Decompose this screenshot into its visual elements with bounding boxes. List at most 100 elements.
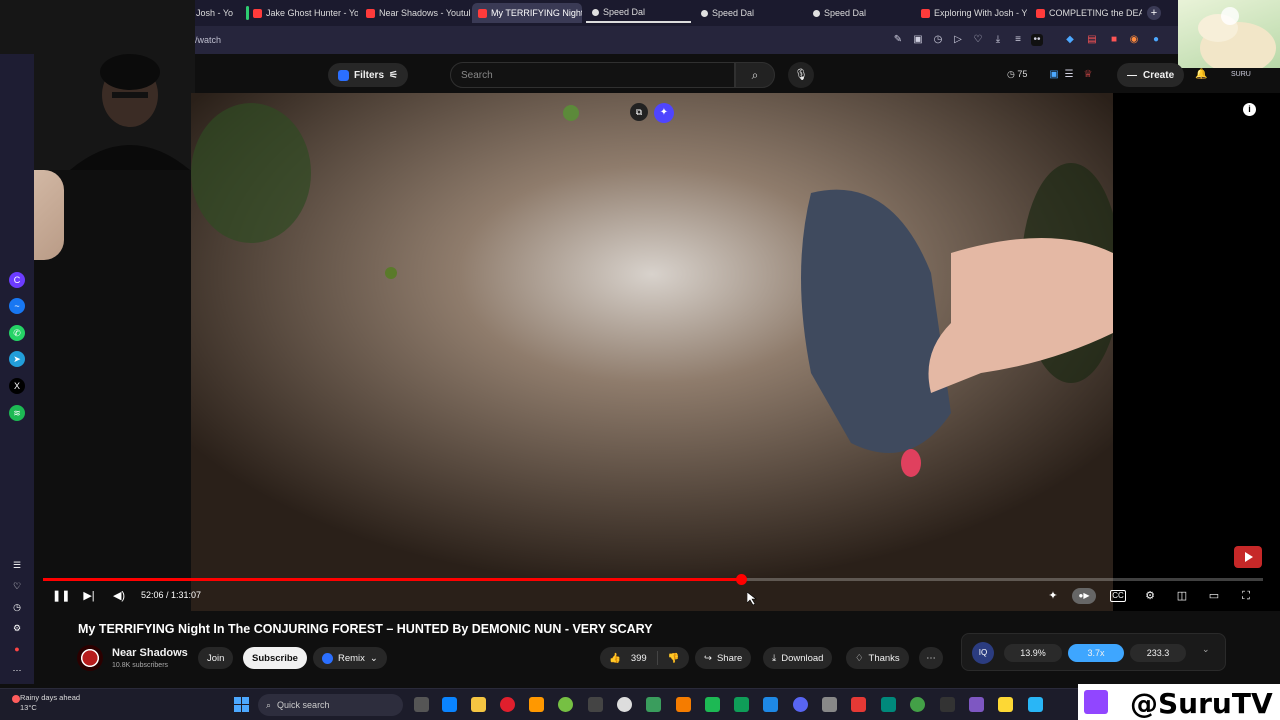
bolt-icon[interactable] bbox=[529, 697, 544, 712]
opera-icon[interactable] bbox=[500, 697, 515, 712]
app-icon[interactable] bbox=[588, 697, 603, 712]
store-icon[interactable] bbox=[442, 697, 457, 712]
extension-icon[interactable]: C bbox=[9, 272, 25, 288]
video-frame[interactable] bbox=[191, 93, 1113, 611]
extension-icon[interactable]: ● bbox=[9, 641, 25, 657]
settings-icon[interactable]: ⚙ bbox=[1142, 588, 1158, 604]
app-icon[interactable] bbox=[646, 697, 661, 712]
remix-button[interactable]: Remix ⌄ bbox=[313, 647, 387, 669]
tab[interactable]: Near Shadows - Youtube bbox=[360, 3, 470, 23]
app-icon[interactable] bbox=[558, 697, 573, 712]
channel-name[interactable]: Near Shadows bbox=[112, 647, 188, 659]
heart-icon[interactable]: ♡ bbox=[972, 34, 984, 46]
download-button[interactable]: ⤓ Download bbox=[763, 647, 833, 669]
thanks-button[interactable]: ♢ Thanks bbox=[846, 647, 909, 669]
settings-icon[interactable]: ⚙ bbox=[9, 620, 25, 636]
whatsapp-icon[interactable]: ✆ bbox=[9, 325, 25, 341]
windows-start-icon[interactable] bbox=[234, 697, 249, 712]
download-icon[interactable]: ⤓ bbox=[992, 34, 1004, 46]
bell-icon[interactable]: 🔔 bbox=[1195, 69, 1207, 81]
create-button[interactable]: — Create bbox=[1117, 63, 1185, 87]
captions-icon[interactable]: CC bbox=[1110, 590, 1126, 602]
play-icon[interactable]: ▷ bbox=[952, 34, 964, 46]
sparkle-icon[interactable]: ✦ bbox=[1045, 588, 1061, 604]
rss-icon[interactable]: ◉ bbox=[1128, 34, 1140, 46]
app-icon[interactable] bbox=[969, 697, 984, 712]
more-icon[interactable]: ⋯ bbox=[9, 662, 25, 678]
app-icon[interactable] bbox=[763, 697, 778, 712]
subscribe-watermark-icon[interactable] bbox=[1234, 546, 1262, 568]
join-button[interactable]: Join bbox=[198, 647, 234, 669]
dislike-icon[interactable]: 👎 bbox=[668, 653, 680, 664]
notes-icon[interactable] bbox=[998, 697, 1013, 712]
extension-icon[interactable]: IQ bbox=[972, 642, 994, 664]
fullscreen-icon[interactable]: ⛶ bbox=[1238, 588, 1254, 604]
search-input[interactable]: Search bbox=[450, 62, 735, 88]
copy-icon[interactable]: ⧉ bbox=[630, 103, 648, 121]
share-button[interactable]: ↪ Share bbox=[695, 647, 752, 669]
tab[interactable]: Speed Dal bbox=[695, 3, 800, 23]
extension-icon[interactable]: ■ bbox=[1108, 34, 1120, 46]
autoplay-toggle[interactable]: ●▶ bbox=[1072, 588, 1096, 604]
discord-icon[interactable] bbox=[793, 697, 808, 712]
like-icon[interactable]: 👍 bbox=[609, 653, 621, 664]
weather-widget[interactable]: Rainy days ahead 13°C bbox=[20, 693, 80, 713]
timer-counter[interactable]: ◷ 75 bbox=[1007, 69, 1027, 80]
app-icon[interactable] bbox=[881, 697, 896, 712]
app-icon[interactable] bbox=[940, 697, 955, 712]
app-icon[interactable] bbox=[910, 697, 925, 712]
heart-icon[interactable]: ♡ bbox=[9, 578, 25, 594]
screenshot-icon[interactable]: ▣ bbox=[912, 34, 924, 46]
info-icon[interactable]: i bbox=[1243, 103, 1256, 116]
tab-active[interactable]: My TERRIFYING Night bbox=[472, 3, 582, 23]
app-icon[interactable] bbox=[734, 697, 749, 712]
x-icon[interactable]: X bbox=[9, 378, 25, 394]
panels-icon[interactable]: ☰ bbox=[9, 557, 25, 573]
chrome-icon[interactable] bbox=[617, 697, 632, 712]
volume-icon[interactable]: ◀) bbox=[112, 588, 126, 604]
app-icon[interactable] bbox=[822, 697, 837, 712]
app-icon[interactable] bbox=[851, 697, 866, 712]
theater-mode-icon[interactable]: ▭ bbox=[1206, 588, 1222, 604]
trophy-icon[interactable]: ♕ bbox=[1082, 69, 1094, 81]
app-icon[interactable] bbox=[705, 697, 720, 712]
extension-icon[interactable]: ● bbox=[1150, 34, 1162, 46]
menu-icon[interactable]: ≡ bbox=[1012, 34, 1024, 46]
progress-scrubber[interactable] bbox=[735, 574, 747, 585]
channel-avatar[interactable] bbox=[77, 645, 103, 671]
avatar[interactable]: SURU bbox=[1231, 69, 1251, 81]
file-explorer-icon[interactable] bbox=[471, 697, 486, 712]
app-icon[interactable] bbox=[1028, 697, 1043, 712]
taskbar-search[interactable]: ⌕ Quick search bbox=[258, 694, 403, 716]
tab[interactable]: Speed Dal bbox=[586, 3, 691, 23]
tab[interactable]: Exploring With Josh - You bbox=[915, 3, 1027, 23]
telegram-icon[interactable]: ➤ bbox=[9, 351, 25, 367]
extension-icon[interactable]: ▣ bbox=[1048, 69, 1060, 81]
shield-icon[interactable]: ◆ bbox=[1064, 34, 1076, 46]
tab[interactable]: Josh - Yo bbox=[190, 3, 236, 23]
spotify-icon[interactable]: ≋ bbox=[9, 405, 25, 421]
new-tab-button[interactable]: + bbox=[1147, 6, 1161, 20]
voice-search-button[interactable]: 🎙 bbox=[788, 62, 814, 88]
history-icon[interactable]: ◷ bbox=[9, 599, 25, 615]
extension-icon[interactable]: ▤ bbox=[1086, 34, 1098, 46]
task-view-icon[interactable] bbox=[414, 697, 429, 712]
chevron-down-icon[interactable]: ⌄ bbox=[1202, 644, 1210, 655]
subscribe-button[interactable]: Subscribe bbox=[243, 647, 307, 669]
history-icon[interactable]: ◷ bbox=[932, 34, 944, 46]
list-icon[interactable]: ☰ bbox=[1063, 69, 1075, 81]
tab[interactable]: Jake Ghost Hunter - YouT bbox=[240, 3, 358, 23]
pause-icon[interactable]: ❚❚ bbox=[52, 588, 70, 604]
tab[interactable]: COMPLETING the DEATH bbox=[1030, 3, 1142, 23]
search-button[interactable]: ⌕ bbox=[735, 62, 775, 88]
next-icon[interactable]: ▶| bbox=[82, 588, 96, 604]
sparkle-icon[interactable]: ✦ bbox=[654, 103, 674, 123]
miniplayer-icon[interactable]: ◫ bbox=[1174, 588, 1190, 604]
vlc-icon[interactable] bbox=[676, 697, 691, 712]
extension-icon[interactable]: •• bbox=[1031, 34, 1043, 46]
edit-icon[interactable]: ✎ bbox=[892, 34, 904, 46]
messenger-icon[interactable]: ~ bbox=[9, 298, 25, 314]
filters-button[interactable]: Filters ⚟ bbox=[328, 63, 408, 87]
tab[interactable]: Speed Dal bbox=[807, 3, 912, 23]
url-field[interactable]: /watch bbox=[195, 35, 221, 45]
